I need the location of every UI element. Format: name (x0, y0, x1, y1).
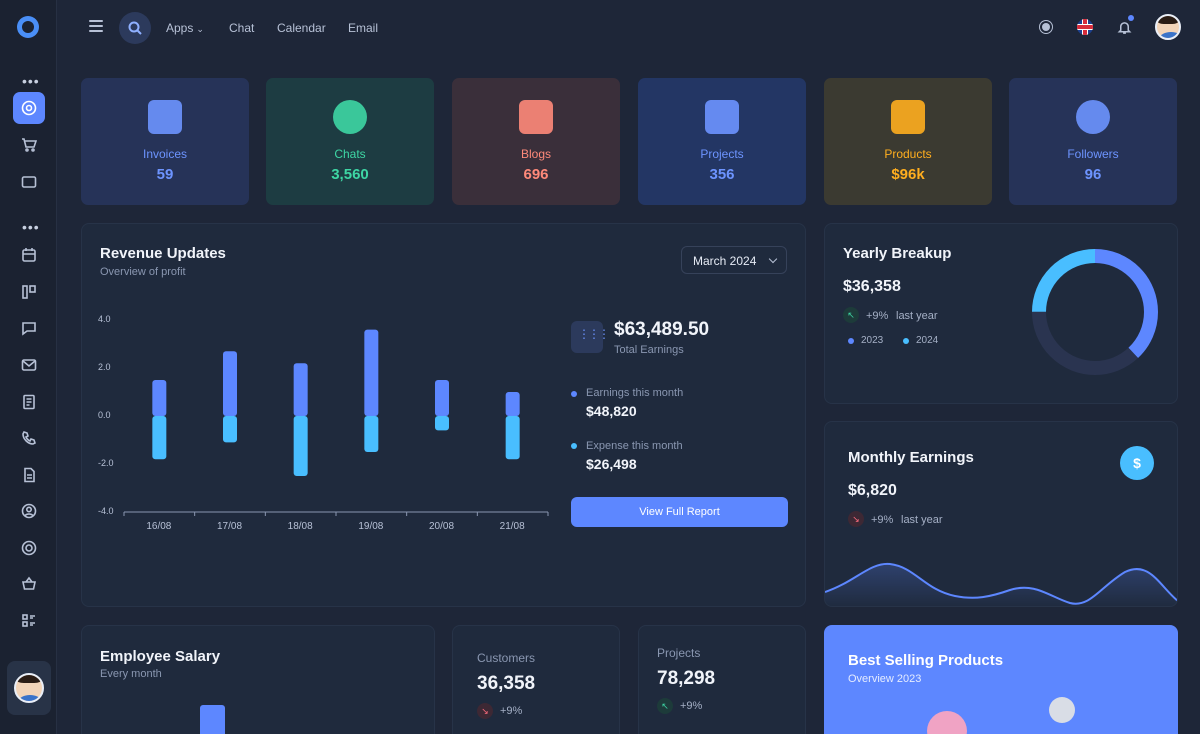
expense-bullet (571, 443, 577, 449)
currency-dollar-icon: $ (1120, 446, 1154, 480)
earnings-label: Earnings this month (586, 387, 684, 399)
monthly-pct-label: last year (901, 514, 943, 526)
monthly-value: $6,820 (848, 482, 897, 499)
customers-pct: +9% (500, 705, 523, 717)
bar (364, 416, 379, 452)
projects-label: Projects (657, 646, 701, 660)
customers-value: 36,358 (477, 673, 536, 694)
x-tick-label: 16/08 (146, 521, 172, 532)
salary-bar (200, 705, 225, 734)
yearly-pct-label: last year (896, 310, 938, 322)
bar (293, 363, 308, 416)
legend-dot-2023 (848, 338, 854, 344)
earnings-bullet (571, 391, 577, 397)
expense-label: Expense this month (586, 440, 683, 452)
y-tick-label: 2.0 (98, 362, 111, 372)
bar (435, 416, 449, 431)
x-tick-label: 19/08 (358, 521, 384, 532)
customers-label: Customers (477, 651, 536, 665)
projects-value: 78,298 (657, 668, 716, 689)
projects-pct: +9% (680, 700, 703, 712)
legend-2024: 2024 (916, 335, 939, 346)
bar (293, 416, 308, 476)
total-earnings-value: $63,489.50 (614, 319, 710, 340)
yearly-donut-chart (1032, 249, 1158, 375)
expense-value: $26,498 (586, 456, 637, 472)
x-tick-label: 20/08 (429, 521, 455, 532)
salary-title: Employee Salary (100, 648, 221, 665)
bar (364, 329, 379, 416)
total-earnings-label: Total Earnings (614, 344, 684, 356)
salary-subtitle: Every month (100, 668, 162, 680)
bar (152, 416, 167, 460)
bar (223, 416, 237, 443)
y-tick-label: 0.0 (98, 410, 111, 420)
x-tick-label: 17/08 (217, 521, 243, 532)
x-tick-label: 18/08 (287, 521, 313, 532)
grid-icon (571, 321, 608, 353)
bar (505, 392, 520, 416)
view-full-report-button[interactable]: View Full Report (571, 497, 788, 527)
bar (435, 380, 449, 416)
yearly-title: Yearly Breakup (843, 245, 952, 262)
bar (223, 351, 237, 416)
arrow-up-left-icon: ↖ (657, 698, 673, 714)
arrow-down-right-icon: ↘ (477, 703, 493, 719)
earnings-value: $48,820 (586, 403, 637, 419)
product-image (927, 711, 967, 734)
legend-dot-2024 (903, 338, 909, 344)
monthly-title: Monthly Earnings (848, 449, 974, 466)
yearly-value: $36,358 (843, 278, 901, 295)
arrow-up-left-icon: ↖ (843, 307, 859, 323)
x-tick-label: 21/08 (499, 521, 525, 532)
monthly-pct: +9% (871, 514, 894, 526)
best-title: Best Selling Products (848, 652, 1004, 669)
y-tick-label: -4.0 (98, 506, 114, 516)
legend-2023: 2023 (861, 335, 884, 346)
y-tick-label: -2.0 (98, 458, 114, 468)
bar (505, 416, 520, 460)
bar (152, 380, 167, 416)
best-subtitle: Overview 2023 (848, 673, 922, 685)
arrow-down-right-icon: ↘ (848, 511, 864, 527)
product-image (1049, 697, 1075, 723)
yearly-pct: +9% (866, 310, 889, 322)
y-tick-label: 4.0 (98, 314, 111, 324)
